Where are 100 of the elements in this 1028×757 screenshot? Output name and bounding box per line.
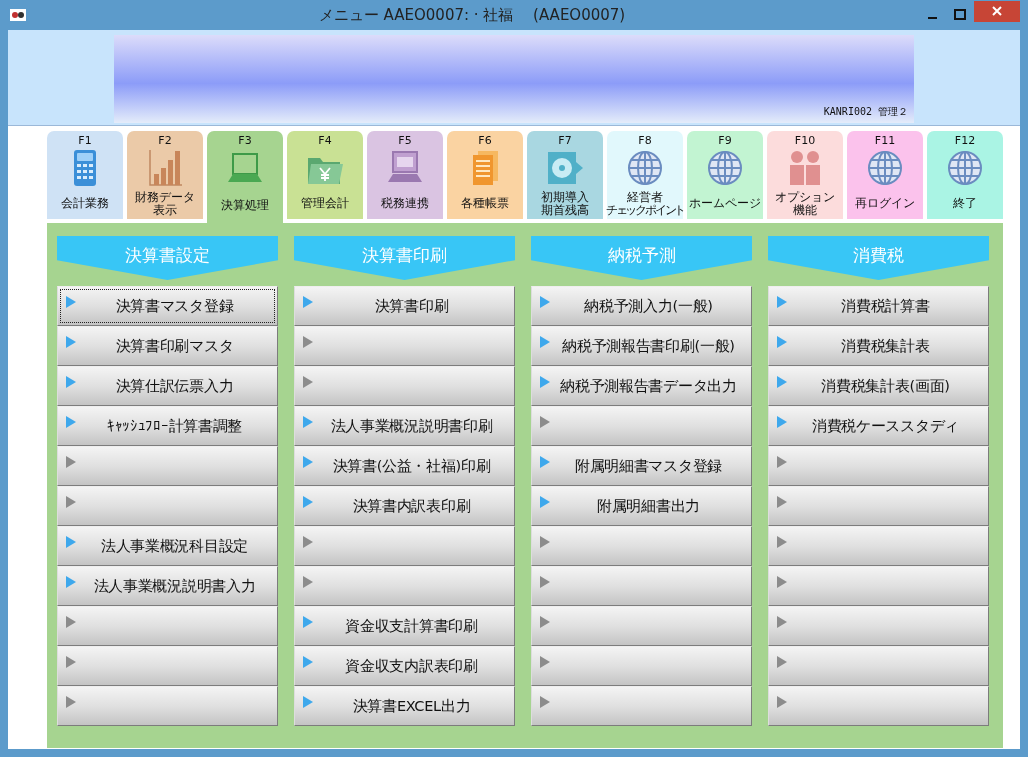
menu-button[interactable] xyxy=(531,406,752,446)
menu-button[interactable]: 法人事業概況科目設定 xyxy=(57,526,278,566)
menu-button[interactable] xyxy=(294,566,515,606)
triangle-icon xyxy=(66,616,76,628)
menu-button[interactable] xyxy=(768,606,989,646)
menu-button[interactable] xyxy=(294,526,515,566)
function-key-tab[interactable]: F11 再ログイン xyxy=(847,131,923,219)
triangle-icon xyxy=(66,296,76,308)
menu-button[interactable]: 法人事業概況説明書入力 xyxy=(57,566,278,606)
menu-button[interactable]: 決算書(公益・社福)印刷 xyxy=(294,446,515,486)
menu-button[interactable] xyxy=(768,646,989,686)
function-key-tab[interactable]: F10 オプション 機能 xyxy=(767,131,843,219)
triangle-icon xyxy=(540,576,550,588)
menu-button[interactable]: 資金収支内訳表印刷 xyxy=(294,646,515,686)
menu-button[interactable] xyxy=(768,566,989,606)
triangle-icon xyxy=(303,376,313,388)
menu-button[interactable]: 法人事業概況説明書印刷 xyxy=(294,406,515,446)
triangle-icon xyxy=(303,296,313,308)
menu-button[interactable]: 決算書マスタ登録 xyxy=(57,286,278,326)
section-header: 消費税 xyxy=(768,236,989,280)
menu-button[interactable]: 決算書印刷 xyxy=(294,286,515,326)
globe-icon xyxy=(865,148,905,188)
function-key-tab[interactable]: F12 終了 xyxy=(927,131,1003,219)
menu-button[interactable] xyxy=(531,646,752,686)
triangle-icon xyxy=(540,696,550,708)
triangle-icon xyxy=(303,576,313,588)
triangle-icon xyxy=(777,496,787,508)
triangle-icon xyxy=(66,456,76,468)
window-title: メニュー AAEO0007: · 社福 (AAEO0007) xyxy=(317,5,627,25)
app-icon xyxy=(10,9,26,21)
menu-button[interactable] xyxy=(57,646,278,686)
triangle-icon xyxy=(66,656,76,668)
triangle-icon xyxy=(777,576,787,588)
menu-button[interactable]: 附属明細書出力 xyxy=(531,486,752,526)
menu-button[interactable]: 納税予測報告書印刷(一般) xyxy=(531,326,752,366)
function-key-tab[interactable]: F3 決算処理 xyxy=(207,131,283,223)
triangle-icon xyxy=(66,536,76,548)
menu-button[interactable] xyxy=(768,446,989,486)
triangle-icon xyxy=(777,696,787,708)
triangle-icon xyxy=(303,656,313,668)
triangle-icon xyxy=(66,496,76,508)
triangle-icon xyxy=(66,576,76,588)
menu-button[interactable] xyxy=(57,606,278,646)
triangle-icon xyxy=(777,296,787,308)
function-key-tab[interactable]: F4 管理会計 xyxy=(287,131,363,219)
menu-button[interactable]: 納税予測報告書データ出力 xyxy=(531,366,752,406)
function-key-tab[interactable]: F6 各種帳票 xyxy=(447,131,523,219)
menu-button[interactable] xyxy=(531,606,752,646)
function-key-tab[interactable]: F8 経営者 チェックポイント xyxy=(607,131,683,219)
menu-button[interactable] xyxy=(531,566,752,606)
menu-button[interactable]: ｷｬｯｼｭﾌﾛｰ計算書調整 xyxy=(57,406,278,446)
function-key-tab[interactable]: F2 財務データ 表示 xyxy=(127,131,203,219)
triangle-icon xyxy=(540,296,550,308)
menu-button[interactable]: 資金収支計算書印刷 xyxy=(294,606,515,646)
triangle-icon xyxy=(777,376,787,388)
triangle-icon xyxy=(777,536,787,548)
function-key-tab[interactable]: F7 初期導入 期首残高 xyxy=(527,131,603,219)
function-key-tab[interactable]: F1 会計業務 xyxy=(47,131,123,219)
section-header: 決算書設定 xyxy=(57,236,278,280)
triangle-icon xyxy=(66,416,76,428)
triangle-icon xyxy=(540,376,550,388)
menu-button[interactable]: 決算書内訳表印刷 xyxy=(294,486,515,526)
globe-icon xyxy=(705,148,745,188)
menu-button[interactable] xyxy=(57,686,278,726)
menu-button[interactable] xyxy=(531,686,752,726)
triangle-icon xyxy=(540,456,550,468)
menu-button[interactable]: 附属明細書マスタ登録 xyxy=(531,446,752,486)
triangle-icon xyxy=(777,456,787,468)
menu-button[interactable] xyxy=(768,686,989,726)
menu-button[interactable]: 決算書印刷マスタ xyxy=(57,326,278,366)
menu-button[interactable] xyxy=(57,446,278,486)
menu-button[interactable]: 消費税集計表(画面) xyxy=(768,366,989,406)
menu-button[interactable] xyxy=(294,326,515,366)
triangle-icon xyxy=(303,696,313,708)
triangle-icon xyxy=(303,336,313,348)
triangle-icon xyxy=(540,416,550,428)
triangle-icon xyxy=(777,416,787,428)
triangle-icon xyxy=(540,536,550,548)
triangle-icon xyxy=(540,496,550,508)
triangle-icon xyxy=(303,616,313,628)
menu-button[interactable]: 消費税計算書 xyxy=(768,286,989,326)
triangle-icon xyxy=(777,616,787,628)
menu-button[interactable] xyxy=(768,526,989,566)
menu-button[interactable] xyxy=(531,526,752,566)
triangle-icon xyxy=(777,336,787,348)
function-key-tab[interactable]: F9 ホームページ xyxy=(687,131,763,219)
menu-button[interactable] xyxy=(768,486,989,526)
triangle-icon xyxy=(540,616,550,628)
triangle-icon xyxy=(303,456,313,468)
globe-icon xyxy=(945,148,985,188)
close-icon[interactable] xyxy=(974,0,1020,22)
menu-button[interactable] xyxy=(57,486,278,526)
menu-button[interactable]: 決算仕訳伝票入力 xyxy=(57,366,278,406)
triangle-icon xyxy=(66,696,76,708)
menu-button[interactable]: 決算書EXCEL出力 xyxy=(294,686,515,726)
menu-button[interactable]: 消費税ケーススタディ xyxy=(768,406,989,446)
menu-button[interactable]: 消費税集計表 xyxy=(768,326,989,366)
menu-button[interactable] xyxy=(294,366,515,406)
menu-button[interactable]: 納税予測入力(一般) xyxy=(531,286,752,326)
function-key-tab[interactable]: F5 税務連携 xyxy=(367,131,443,219)
